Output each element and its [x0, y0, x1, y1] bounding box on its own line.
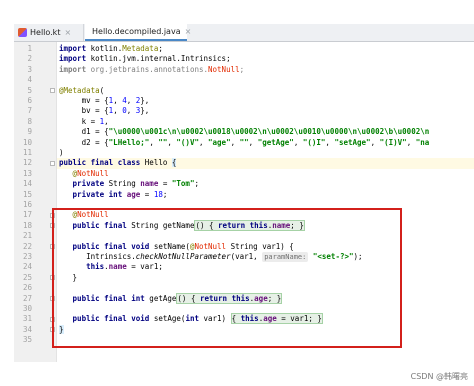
code-line[interactable]: import kotlin.Metadata; [59, 44, 163, 54]
code-line[interactable]: import kotlin.jvm.internal.Intrinsics; [59, 54, 231, 64]
line-number: 24 [22, 262, 32, 272]
line-number: 15 [22, 189, 32, 199]
line-number: 3 [27, 64, 32, 74]
tab-label: Hello.kt [30, 28, 61, 37]
line-number: 21 [22, 231, 32, 241]
line-number: 16 [22, 200, 32, 209]
watermark: CSDN @韩曙亮 [410, 372, 468, 381]
line-number: 31 [22, 314, 32, 324]
line-number: 10 [22, 137, 32, 147]
line-number: 18 [22, 220, 32, 230]
close-icon[interactable]: × [64, 28, 71, 37]
line-number: 17 [22, 210, 32, 220]
code-line[interactable]: bv = {1, 0, 3}, [59, 106, 150, 116]
code-line[interactable]: d1 = {"\u0000\u001c\n\u0002\u0018\u0002\… [59, 127, 430, 137]
tab-hello-kt[interactable]: Hello.kt × [14, 24, 84, 41]
line-number: 6 [27, 96, 32, 105]
line-number: 25 [22, 272, 32, 282]
line-number: 7 [27, 106, 32, 116]
line-number: 4 [27, 75, 32, 85]
code-line[interactable]: mv = {1, 4, 2}, [59, 96, 150, 106]
highlight-annotation-box [52, 208, 402, 348]
close-icon[interactable]: × [185, 27, 192, 36]
code-line[interactable]: @Metadata( [59, 86, 104, 96]
code-line[interactable]: d2 = {"LHello;", "", "()V", "age", "", "… [59, 138, 430, 148]
fold-marker-icon[interactable] [50, 88, 55, 94]
line-number: 2 [27, 54, 32, 64]
line-number: 30 [22, 304, 32, 313]
line-number: 12 [22, 158, 32, 168]
kotlin-file-icon [18, 28, 27, 37]
line-number: 1 [27, 44, 32, 53]
line-number: 27 [22, 293, 32, 303]
code-line[interactable]: k = 1, [59, 117, 109, 127]
line-number: 11 [22, 148, 32, 157]
editor-tab-bar: Hello.kt × Hello.decompiled.java × [14, 24, 474, 42]
fold-marker-icon[interactable] [50, 160, 55, 166]
code-line[interactable]: private String name = "Tom"; [59, 179, 199, 189]
line-number: 26 [22, 283, 32, 293]
code-line[interactable]: import org.jetbrains.annotations.NotNull… [59, 65, 244, 75]
line-number: 22 [22, 241, 32, 251]
tab-hello-decompiled-java[interactable]: Hello.decompiled.java × [85, 24, 191, 41]
line-number: 9 [27, 127, 32, 137]
code-line[interactable]: @NotNull [59, 169, 109, 179]
tab-label: Hello.decompiled.java [92, 27, 181, 36]
line-number: 23 [22, 252, 32, 261]
code-line[interactable]: ) [59, 148, 64, 158]
line-number: 13 [22, 168, 32, 178]
code-line[interactable]: private int age = 18; [59, 190, 168, 200]
line-number-gutter[interactable]: 1 2 3 4 5 6 7 8 9 10 11 12 13 14 15 16 17 18 21 22 23 24 25 26 2… [14, 42, 57, 362]
code-line[interactable]: public final class Hello { [59, 158, 177, 168]
line-number: 35 [22, 335, 32, 345]
line-number: 14 [22, 179, 32, 189]
line-number: 5 [27, 85, 32, 95]
line-number: 8 [27, 116, 32, 126]
line-number: 34 [22, 324, 32, 334]
